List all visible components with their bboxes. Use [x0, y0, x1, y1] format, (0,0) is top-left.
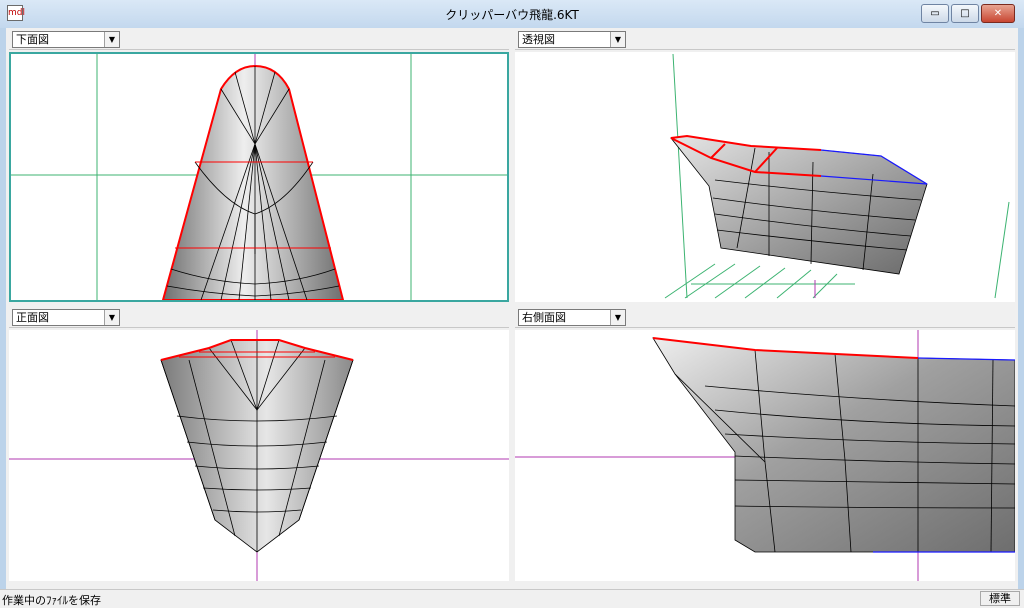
chevron-down-icon: ▼ [104, 310, 119, 325]
hull-model[interactable] [652, 337, 1015, 553]
chevron-down-icon: ▼ [610, 310, 625, 325]
status-message: 作業中のﾌｧｲﾙを保存 [2, 594, 101, 607]
pane-bottom-view: 下面図 ▼ [9, 28, 509, 302]
hull-model[interactable] [161, 64, 345, 300]
pane-header: 下面図 ▼ [9, 28, 509, 50]
view-select-dropdown[interactable]: 右側面図 ▼ [518, 309, 626, 326]
viewport-canvas [515, 330, 1015, 581]
view-select-label: 正面図 [16, 311, 49, 324]
window-title: クリッパーバウ飛龍.6KT [445, 8, 579, 22]
title-bar[interactable]: mdl クリッパーバウ飛龍.6KT ▭ □ ✕ [0, 0, 1024, 28]
viewport-perspective-view[interactable] [515, 52, 1015, 302]
pane-front-view: 正面図 ▼ [9, 306, 509, 581]
pane-header: 正面図 ▼ [9, 306, 509, 328]
pane-right-view: 右側面図 ▼ [515, 306, 1015, 581]
view-select-label: 下面図 [16, 33, 49, 46]
view-select-dropdown[interactable]: 透視図 ▼ [518, 31, 626, 48]
view-select-dropdown[interactable]: 正面図 ▼ [12, 309, 120, 326]
maximize-button[interactable]: □ [951, 4, 979, 23]
chevron-down-icon: ▼ [104, 32, 119, 47]
hull-model[interactable] [160, 339, 354, 553]
status-bar: 作業中のﾌｧｲﾙを保存 標準 [0, 589, 1024, 608]
pane-header: 透視図 ▼ [515, 28, 1015, 50]
view-select-label: 透視図 [522, 33, 555, 46]
viewport-canvas [9, 330, 509, 581]
viewport-front-view[interactable] [9, 330, 509, 581]
view-select-dropdown[interactable]: 下面図 ▼ [12, 31, 120, 48]
minimize-button[interactable]: ▭ [921, 4, 949, 23]
viewport-bottom-view[interactable] [9, 52, 509, 302]
pane-header: 右側面図 ▼ [515, 306, 1015, 328]
close-button[interactable]: ✕ [981, 4, 1015, 23]
view-select-label: 右側面図 [522, 311, 566, 324]
hull-model[interactable] [670, 134, 928, 275]
viewport-right-view[interactable] [515, 330, 1015, 581]
chevron-down-icon: ▼ [610, 32, 625, 47]
viewport-canvas [664, 53, 1010, 299]
status-mode-indicator: 標準 [980, 591, 1020, 606]
pane-perspective-view: 透視図 ▼ [515, 28, 1015, 302]
viewport-canvas [11, 54, 507, 300]
client-area: 下面図 ▼ 透視図 ▼ 正面図 ▼ 右側面図 ▼ [6, 28, 1018, 589]
